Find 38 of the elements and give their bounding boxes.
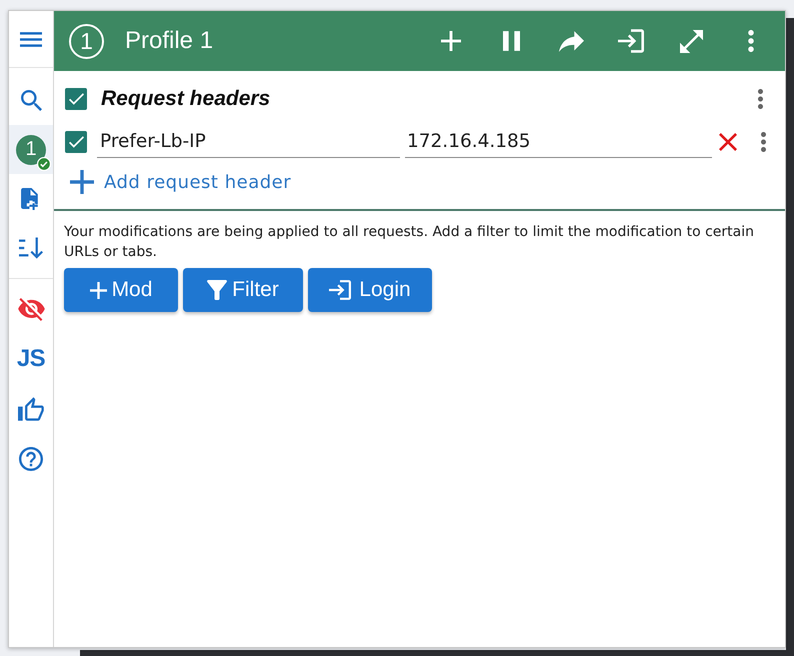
forward-arrow-icon (558, 30, 584, 52)
section-title: Request headers (101, 87, 270, 111)
header-name-field[interactable]: Prefer-Lb-IP (97, 126, 400, 158)
login-icon (618, 29, 644, 53)
more-vert-icon (761, 132, 766, 152)
expand-icon (680, 30, 702, 52)
profile-tab[interactable]: 1 (9, 125, 53, 174)
plus-icon (441, 31, 461, 51)
profile-badge: 1 (69, 24, 104, 58)
plus-icon (70, 170, 94, 194)
header-checkbox[interactable] (65, 131, 87, 153)
header-value-field[interactable]: 172.16.4.185 (405, 126, 712, 158)
notice-text: Your modifications are being applied to all requests. Add a filter to limit the modification to certain URLs or tabs. (64, 223, 755, 262)
mod-button[interactable]: Mod (64, 268, 178, 312)
filter-icon (207, 279, 228, 301)
menu-icon (20, 32, 42, 46)
help-icon (19, 447, 43, 471)
check-icon (68, 136, 84, 148)
delete-button[interactable] (719, 130, 738, 154)
js-button[interactable]: JS (9, 334, 53, 384)
eye-off-icon (18, 298, 44, 320)
file-plus-icon (21, 188, 41, 210)
profile-number-badge: 1 (16, 134, 46, 164)
add-header-button[interactable]: Add request header (65, 168, 292, 196)
filter-button[interactable]: Filter (183, 268, 303, 312)
more-vert-icon (748, 30, 754, 52)
sort-icon (19, 236, 43, 258)
pause-icon (502, 31, 520, 51)
section-checkbox[interactable] (65, 88, 87, 110)
thumbs-up-icon (18, 397, 44, 421)
plus-icon (90, 282, 107, 298)
more-vert-icon (758, 89, 762, 109)
login-button[interactable]: Login (308, 268, 432, 312)
close-icon (719, 133, 738, 151)
login-icon (329, 280, 352, 300)
profile-title: Profile 1 (125, 27, 214, 55)
check-icon (68, 93, 84, 105)
search-icon (20, 90, 42, 111)
